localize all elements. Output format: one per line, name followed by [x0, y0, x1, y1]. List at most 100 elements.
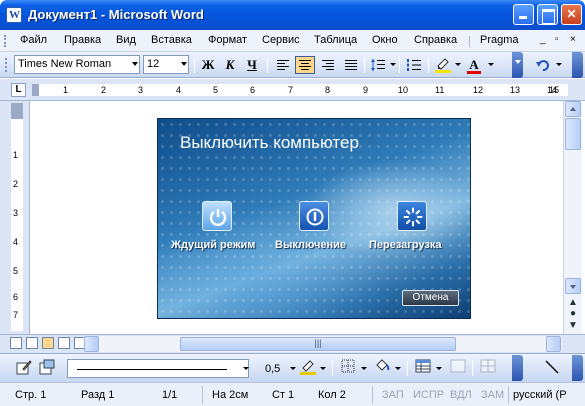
ruler-number: 15	[549, 85, 560, 95]
vertical-ruler[interactable]: 1 2 3 4 5 6 7	[11, 103, 23, 331]
vertical-scroll-thumb[interactable]	[565, 118, 581, 150]
tab-selector[interactable]: L	[11, 83, 26, 97]
chevron-down-icon[interactable]	[243, 367, 249, 370]
maximize-button[interactable]	[537, 4, 558, 25]
font-color-button[interactable]: A	[464, 56, 484, 74]
chevron-down-icon[interactable]	[556, 63, 562, 66]
menu-view[interactable]: Вид	[116, 34, 136, 46]
horizontal-scroll-thumb[interactable]: |||	[180, 337, 456, 351]
split-cells-button[interactable]	[478, 359, 498, 377]
line-color-button[interactable]	[298, 359, 318, 377]
word-doc-icon[interactable]: W	[6, 7, 22, 23]
draw-line-button[interactable]	[542, 359, 562, 377]
align-center-button[interactable]	[295, 56, 315, 74]
normal-view-button[interactable]	[10, 337, 22, 349]
scroll-right-button[interactable]	[546, 336, 561, 352]
toolbar-separator	[472, 360, 473, 376]
ruler-number: 12	[473, 85, 484, 95]
select-objects-button[interactable]	[37, 359, 57, 377]
status-separator	[372, 386, 373, 404]
menu-pragma[interactable]: Pragma	[480, 34, 519, 46]
status-track-changes[interactable]: ИСПР	[413, 389, 444, 401]
shutdown-dialog-image[interactable]: Выключить компьютер Ждущий режим Выключе…	[157, 118, 471, 319]
chevron-down-icon[interactable]	[455, 63, 461, 66]
font-size-combo[interactable]: 12	[143, 55, 189, 74]
standby-button[interactable]	[202, 201, 232, 231]
font-size-value: 12	[147, 58, 160, 70]
align-right-button[interactable]	[318, 56, 338, 74]
menu-table[interactable]: Таблица	[314, 34, 357, 46]
split-cells-icon	[480, 359, 496, 373]
horizontal-scrollbar[interactable]: |||	[84, 336, 562, 352]
font-name-combo[interactable]: Times New Roman	[14, 55, 140, 74]
align-left-icon	[277, 60, 289, 70]
status-record[interactable]: ЗАП	[382, 389, 404, 401]
merge-cells-button[interactable]	[448, 359, 468, 377]
toolbar-options-button[interactable]	[572, 52, 583, 78]
italic-button[interactable]: К	[220, 56, 240, 74]
chevron-down-icon[interactable]	[361, 367, 367, 370]
menu-format[interactable]: Формат	[208, 34, 247, 46]
web-view-button[interactable]	[26, 337, 38, 349]
underline-button[interactable]: Ч	[242, 56, 262, 74]
vertical-scrollbar[interactable]: ▲ ● ▼	[563, 101, 582, 334]
toolbar-options-button[interactable]	[512, 52, 523, 78]
close-button[interactable]: ✕	[561, 4, 582, 25]
borders-button[interactable]	[338, 359, 358, 377]
print-layout-button[interactable]	[42, 337, 54, 349]
chevron-down-icon[interactable]	[390, 63, 396, 66]
toolbar-separator	[194, 57, 195, 73]
doc-minimize-button[interactable]: _	[540, 34, 546, 45]
doc-close-button[interactable]: ×	[570, 34, 576, 45]
menu-insert[interactable]: Вставка	[151, 34, 192, 46]
table-button[interactable]	[413, 359, 433, 377]
menu-tools[interactable]: Сервис	[262, 34, 300, 46]
draw-button[interactable]	[14, 359, 34, 377]
next-page-button[interactable]: ▼	[565, 319, 581, 333]
menu-grip[interactable]	[4, 35, 7, 47]
chevron-down-icon[interactable]	[488, 63, 494, 66]
highlight-button[interactable]	[433, 56, 453, 74]
line-style-preview[interactable]	[67, 359, 249, 378]
status-page: Стр. 1	[15, 389, 47, 401]
line-width-value[interactable]: 0,5	[265, 363, 280, 375]
align-right-icon	[322, 60, 334, 70]
scroll-down-button[interactable]	[565, 278, 581, 294]
align-center-icon	[299, 60, 311, 70]
bold-button[interactable]: Ж	[198, 56, 218, 74]
restart-button[interactable]	[397, 201, 427, 231]
outline-view-button[interactable]	[58, 337, 70, 349]
chevron-down-icon[interactable]	[320, 367, 326, 370]
toolbar-grip[interactable]	[5, 58, 8, 72]
ruler-number: 2	[13, 179, 19, 189]
justify-button[interactable]	[341, 56, 361, 74]
status-extend[interactable]: ВДЛ	[450, 389, 472, 401]
toolbar-options-button[interactable]	[572, 355, 583, 381]
cancel-button[interactable]: Отмена	[402, 290, 459, 306]
minimize-button[interactable]	[513, 4, 534, 25]
doc-restore-button[interactable]: ▫	[555, 34, 559, 45]
chevron-down-icon[interactable]	[290, 367, 296, 370]
shutdown-button[interactable]	[299, 201, 329, 231]
numbering-button[interactable]	[404, 56, 424, 74]
scroll-up-button[interactable]	[565, 101, 581, 117]
chevron-down-icon[interactable]	[436, 367, 442, 370]
line-spacing-button[interactable]	[368, 56, 388, 74]
menu-window[interactable]: Окно	[372, 34, 398, 46]
ruler-number: 1	[63, 85, 69, 95]
align-left-button[interactable]	[273, 56, 293, 74]
ruler-number: 10	[398, 85, 409, 95]
menu-help[interactable]: Справка	[414, 34, 457, 46]
status-overtype[interactable]: ЗАМ	[481, 389, 504, 401]
menu-edit[interactable]: Правка	[64, 34, 101, 46]
pen-color-icon	[300, 360, 316, 375]
horizontal-ruler[interactable]: 1 2 3 4 5 6 7 8 9 10 11 12 13 14	[32, 84, 568, 96]
scroll-left-button[interactable]	[84, 336, 99, 352]
fill-color-button[interactable]	[372, 359, 392, 377]
borders-icon	[341, 359, 355, 373]
toolbar-options-button[interactable]	[512, 355, 523, 381]
font-color-icon: A	[467, 57, 481, 74]
menu-file[interactable]: Файл	[20, 34, 47, 46]
chevron-down-icon[interactable]	[395, 367, 401, 370]
undo-button[interactable]	[533, 56, 553, 74]
